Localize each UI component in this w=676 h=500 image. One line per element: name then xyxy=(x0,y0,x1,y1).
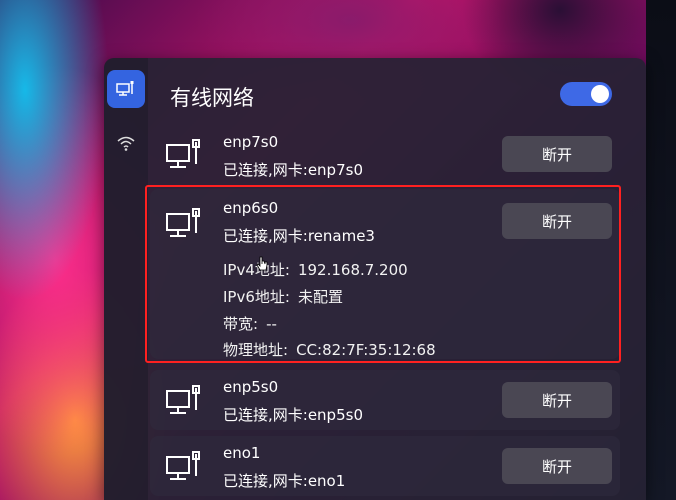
wired-connection-icon xyxy=(166,139,200,168)
connection-name: enp5s0 xyxy=(223,378,279,396)
nav-wifi[interactable] xyxy=(107,124,145,162)
connection-status: 已连接,网卡:eno1 xyxy=(223,472,346,490)
connection-status: 已连接,网卡:enp7s0 xyxy=(223,161,363,179)
wifi-icon xyxy=(117,136,135,151)
side-nav xyxy=(104,58,148,500)
connection-item-enp5s0[interactable]: enp5s0 已连接,网卡:enp5s0 断开 xyxy=(150,370,620,430)
toggle-knob xyxy=(591,85,609,103)
wired-network-panel: 有线网络 enp7s0 已连接,网卡:enp7s0 断开 enp6s0 已连接,… xyxy=(104,58,646,500)
desktop-edge xyxy=(646,0,676,500)
connection-item-enp7s0[interactable]: enp7s0 已连接,网卡:enp7s0 断开 xyxy=(150,124,620,184)
panel-title: 有线网络 xyxy=(170,86,254,110)
disconnect-button[interactable]: 断开 xyxy=(502,382,612,418)
connection-name: eno1 xyxy=(223,444,261,462)
wired-network-toggle[interactable] xyxy=(560,82,612,106)
hand-cursor-icon xyxy=(256,256,268,271)
selection-highlight xyxy=(145,185,621,363)
wired-connection-icon xyxy=(166,385,200,414)
disconnect-button[interactable]: 断开 xyxy=(502,136,612,172)
connection-status: 已连接,网卡:enp5s0 xyxy=(223,406,363,424)
connection-name: enp7s0 xyxy=(223,133,279,151)
wired-connection-icon xyxy=(166,451,200,480)
wired-network-icon xyxy=(116,81,134,96)
connection-item-eno1[interactable]: eno1 已连接,网卡:eno1 断开 xyxy=(150,436,620,496)
disconnect-button[interactable]: 断开 xyxy=(502,448,612,484)
nav-wired-network[interactable] xyxy=(107,70,145,108)
